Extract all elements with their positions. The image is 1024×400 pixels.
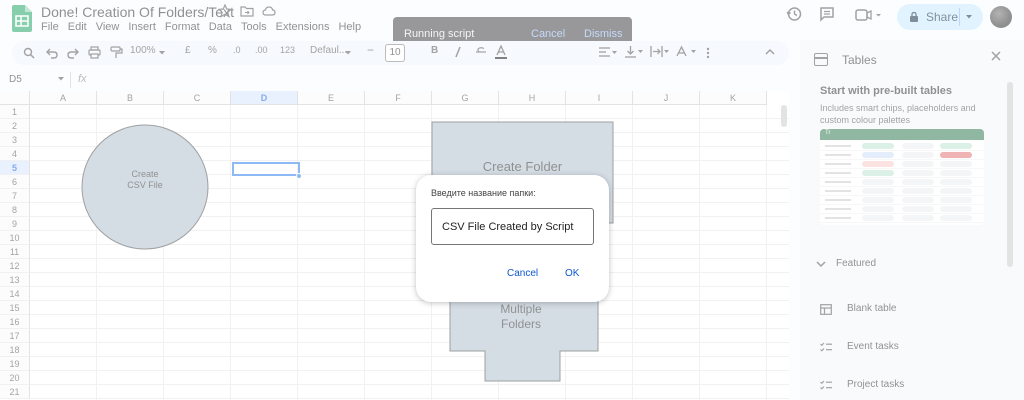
dialog-ok-button[interactable]: OK [565,268,579,279]
dialog-cancel-button[interactable]: Cancel [507,268,538,279]
folder-name-dialog: Введите название папки: Cancel OK [416,175,609,302]
dialog-prompt: Введите название папки: [431,188,536,198]
folder-name-input[interactable] [431,208,594,245]
